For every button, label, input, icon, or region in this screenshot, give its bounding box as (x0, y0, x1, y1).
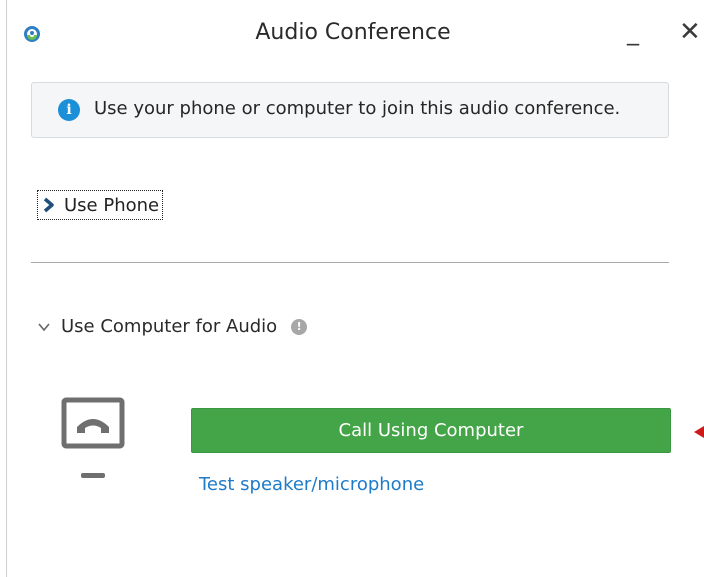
info-icon: i (58, 99, 80, 121)
info-text: Use your phone or computer to join this … (94, 98, 621, 119)
info-banner: i Use your phone or computer to join thi… (31, 82, 669, 138)
audio-conference-window: Audio Conference _ ✕ i Use your phone or… (6, 0, 701, 577)
chevron-right-icon (43, 197, 54, 213)
window-title: Audio Conference (255, 20, 451, 45)
test-speaker-microphone-link[interactable]: Test speaker/microphone (199, 474, 424, 495)
annotation-arrow-icon (694, 426, 704, 438)
use-computer-toggle[interactable]: Use Computer for Audio ! (37, 316, 308, 337)
use-phone-label: Use Phone (64, 194, 160, 216)
computer-call-icon (61, 397, 125, 478)
call-using-computer-button[interactable]: Call Using Computer (191, 408, 671, 453)
help-icon[interactable]: ! (291, 318, 308, 335)
title-bar: Audio Conference _ ✕ (7, 0, 701, 66)
use-phone-toggle[interactable]: Use Phone (37, 190, 164, 220)
minimize-button[interactable]: _ (627, 18, 639, 46)
section-divider (31, 262, 669, 263)
close-button[interactable]: ✕ (679, 18, 701, 46)
use-computer-label: Use Computer for Audio (61, 316, 278, 337)
chevron-down-icon (38, 322, 50, 331)
